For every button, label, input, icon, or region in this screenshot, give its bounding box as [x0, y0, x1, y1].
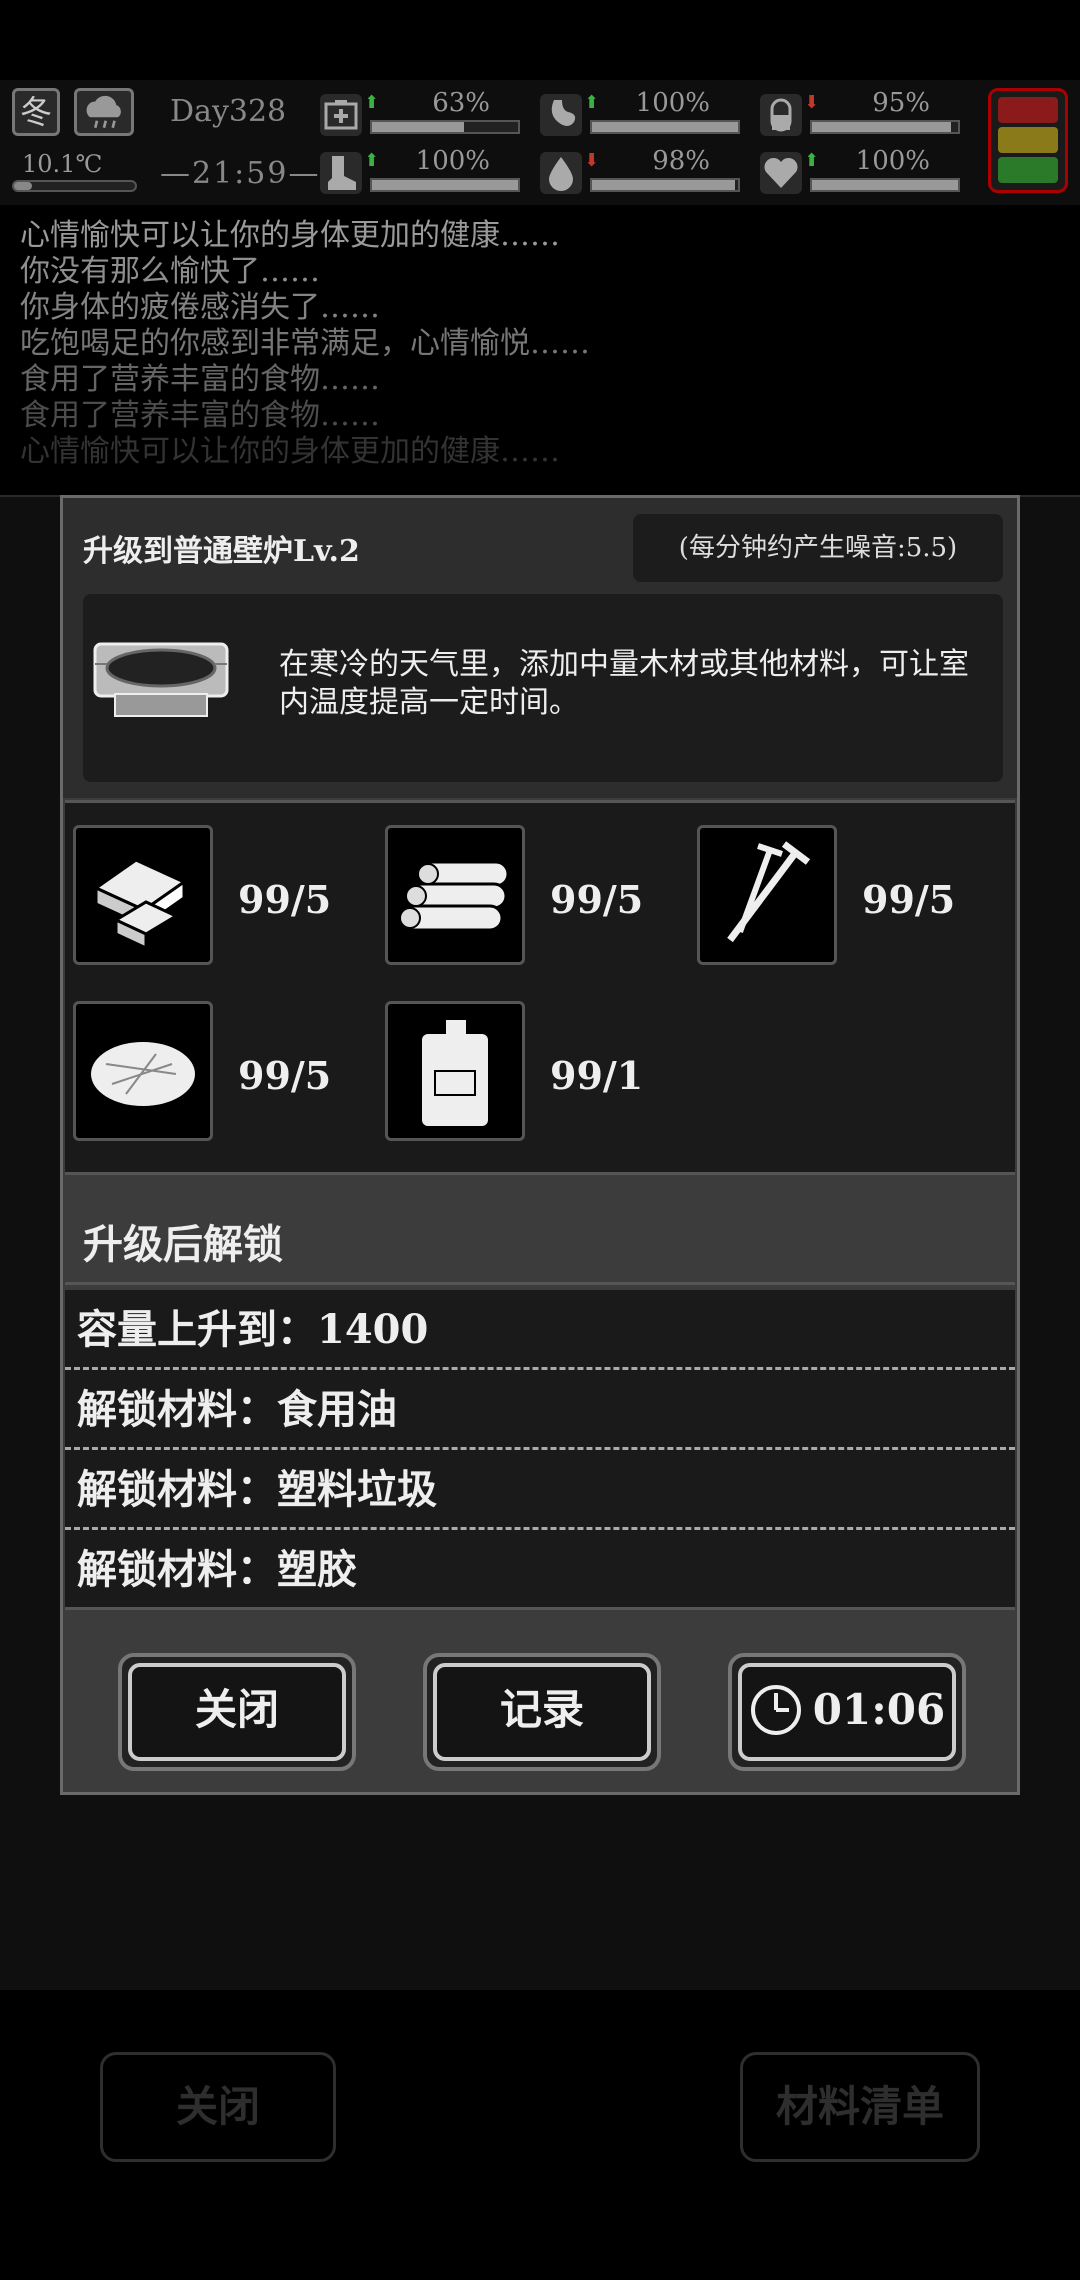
stat-health: ⬆ 63%: [320, 88, 520, 140]
boot-icon: [320, 152, 362, 194]
heart-icon: [760, 152, 802, 194]
log-line: 食用了营养丰富的食物……: [20, 398, 380, 433]
material-quantity: 99/1: [550, 1053, 644, 1098]
stat-stamina: ⬆ 100%: [320, 146, 520, 198]
record-button-label: 记录: [433, 1663, 651, 1761]
material-quantity: 99/5: [238, 1053, 332, 1098]
stat-mood: ⬆ 100%: [760, 146, 960, 198]
unlock-item: 解锁材料：塑胶: [77, 1546, 357, 1593]
upgrade-timer-button[interactable]: 01:06: [728, 1653, 966, 1771]
stat-hunger: ⬆ 100%: [540, 88, 740, 140]
log-line: 心情愉快可以让你的身体更加的健康……: [20, 434, 560, 469]
fuel-can-icon: [385, 1001, 525, 1141]
wood-planks-icon: [73, 825, 213, 965]
stat-bar: [370, 120, 520, 134]
dialog-title: 升级到普通壁炉Lv.2: [83, 534, 360, 569]
fireplace-icon: [91, 634, 231, 724]
log-line: 你身体的疲倦感消失了……: [20, 290, 380, 325]
stat-thirst: ⬇ 98%: [540, 146, 740, 198]
fiber-icon: [73, 1001, 213, 1141]
trend-indicator: ⬆: [584, 92, 600, 113]
stat-bar: [590, 120, 740, 134]
upgrade-dialog: 升级到普通壁炉Lv.2 (每分钟约产生噪音:5.5) 在寒冷的天气里，添加中量木…: [60, 495, 1020, 1795]
record-button[interactable]: 记录: [423, 1653, 661, 1771]
log-line: 你没有那么愉快了……: [20, 254, 320, 289]
temperature-readout: 10.1℃: [22, 150, 103, 178]
stat-value: 63%: [432, 88, 490, 118]
materials-list-button[interactable]: 材料清单: [740, 2052, 980, 2162]
stat-bar: [810, 178, 960, 192]
status-hud: 冬 10.1℃ Day328 —21:59— ⬆ 63% ⬆ 100% ⬇ 95…: [0, 80, 1080, 205]
unlock-item: 容量上升到：1400: [65, 1290, 1015, 1370]
stat-medicine: ⬇ 95%: [760, 88, 960, 140]
log-line: 吃饱喝足的你感到非常满足，心情愉悦……: [20, 326, 590, 361]
logs-icon: [385, 825, 525, 965]
material-quantity: 99/5: [238, 877, 332, 922]
status-light-red: [998, 97, 1058, 123]
status-light[interactable]: [988, 88, 1068, 193]
trend-indicator: ⬆: [804, 150, 820, 171]
unlock-list: 容量上升到：1400 解锁材料：食用油 解锁材料：塑料垃圾 解锁材料：塑胶: [65, 1290, 1015, 1610]
stat-value: 100%: [415, 146, 490, 176]
stomach-icon: [540, 94, 582, 136]
stat-bar: [370, 178, 520, 192]
season-indicator: 冬: [12, 88, 60, 136]
unlock-item: 解锁材料：塑料垃圾: [65, 1450, 1015, 1530]
unlock-item: 解锁材料：食用油: [65, 1370, 1015, 1450]
day-counter: Day328: [170, 94, 287, 129]
temperature-bar: [12, 180, 137, 192]
background-close-button[interactable]: 关闭: [100, 2052, 336, 2162]
trend-indicator: ⬇: [584, 150, 600, 171]
status-light-yellow: [998, 127, 1058, 153]
unlock-section-header: 升级后解锁: [65, 1180, 1015, 1285]
medkit-icon: [320, 94, 362, 136]
close-button[interactable]: 关闭: [118, 1653, 356, 1771]
unlock-title: 升级后解锁: [83, 1221, 283, 1268]
item-description: 在寒冷的天气里，添加中量木材或其他材料，可让室内温度提高一定时间。: [279, 647, 969, 720]
log-line: 心情愉快可以让你的身体更加的健康……: [20, 218, 560, 253]
materials-grid: 99/5 99/5 99/5 99/5 99/1: [65, 800, 1015, 1175]
pill-icon: [760, 94, 802, 136]
stat-bar: [810, 120, 960, 134]
timer-label: 01:06: [812, 1685, 946, 1734]
message-log: 心情愉快可以让你的身体更加的健康…… 你没有那么愉快了…… 你身体的疲倦感消失了…: [20, 218, 1060, 470]
stat-bar: [590, 178, 740, 192]
stat-value: 100%: [855, 146, 930, 176]
nails-icon: [697, 825, 837, 965]
water-drop-icon: [540, 152, 582, 194]
trend-indicator: ⬇: [804, 92, 820, 113]
description-box: 在寒冷的天气里，添加中量木材或其他材料，可让室内温度提高一定时间。: [83, 594, 1003, 782]
material-quantity: 99/5: [862, 877, 956, 922]
trend-indicator: ⬆: [364, 92, 380, 113]
dialog-header: 升级到普通壁炉Lv.2 (每分钟约产生噪音:5.5) 在寒冷的天气里，添加中量木…: [63, 498, 1017, 798]
stat-value: 95%: [872, 88, 930, 118]
log-line: 食用了营养丰富的食物……: [20, 362, 380, 397]
stat-value: 100%: [635, 88, 710, 118]
game-clock: —21:59—: [160, 156, 321, 191]
close-button-label: 关闭: [128, 1663, 346, 1761]
status-light-green: [998, 157, 1058, 183]
clock-icon: [750, 1685, 801, 1735]
weather-icon: [74, 88, 134, 136]
noise-badge: (每分钟约产生噪音:5.5): [633, 514, 1003, 582]
trend-indicator: ⬆: [364, 150, 380, 171]
stat-value: 98%: [652, 146, 710, 176]
material-quantity: 99/5: [550, 877, 644, 922]
